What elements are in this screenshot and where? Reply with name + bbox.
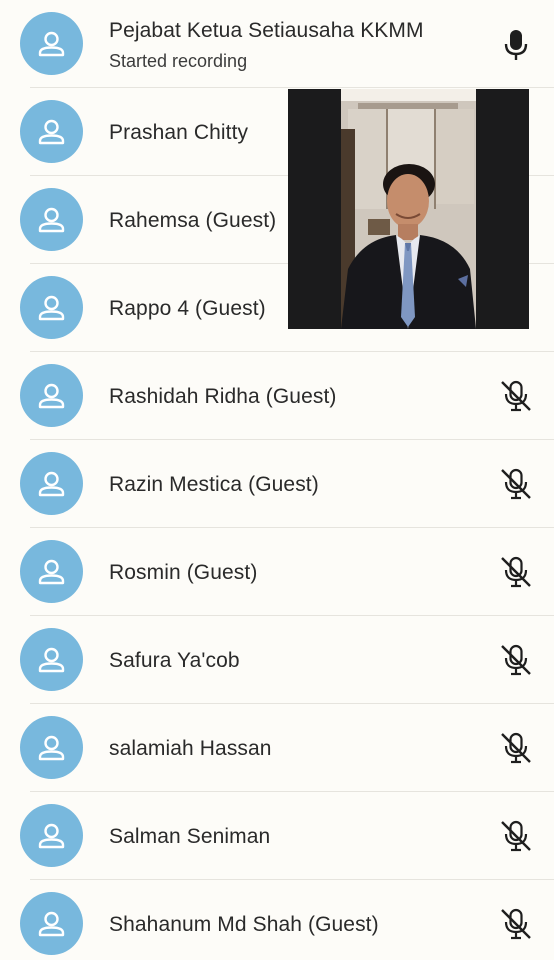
participant-row[interactable]: salamiah Hassan bbox=[0, 704, 554, 792]
participant-name: salamiah Hassan bbox=[109, 737, 272, 760]
person-icon bbox=[20, 100, 83, 163]
participant-name: Rahemsa (Guest) bbox=[109, 209, 277, 232]
participant-name: Safura Ya'cob bbox=[109, 649, 240, 672]
participant-row[interactable]: Salman Seniman bbox=[0, 792, 554, 880]
person-icon bbox=[20, 804, 83, 867]
microphone-muted-icon[interactable] bbox=[497, 465, 535, 503]
video-thumbnail[interactable] bbox=[288, 89, 529, 329]
microphone-muted-icon[interactable] bbox=[497, 641, 535, 679]
participant-name: Salman Seniman bbox=[109, 825, 271, 848]
person-icon bbox=[20, 716, 83, 779]
participant-name: Shahanum Md Shah (Guest) bbox=[109, 913, 379, 936]
microphone-muted-icon[interactable] bbox=[497, 905, 535, 943]
microphone-muted-icon[interactable] bbox=[497, 729, 535, 767]
participant-row[interactable]: Rashidah Ridha (Guest) bbox=[0, 352, 554, 440]
person-icon bbox=[20, 276, 83, 339]
participant-row[interactable]: Shahanum Md Shah (Guest) bbox=[0, 880, 554, 960]
person-icon bbox=[20, 452, 83, 515]
participant-row[interactable]: Safura Ya'cob bbox=[0, 616, 554, 704]
person-icon bbox=[20, 892, 83, 955]
person-icon bbox=[20, 540, 83, 603]
participant-name: Rappo 4 (Guest) bbox=[109, 297, 266, 320]
participant-name: Rosmin (Guest) bbox=[109, 561, 258, 584]
participant-row[interactable]: Pejabat Ketua Setiausaha KKMM Started re… bbox=[0, 0, 554, 88]
person-icon bbox=[20, 188, 83, 251]
person-icon bbox=[20, 12, 83, 75]
person-icon bbox=[20, 364, 83, 427]
participant-name: Rashidah Ridha (Guest) bbox=[109, 385, 337, 408]
microphone-muted-icon[interactable] bbox=[497, 817, 535, 855]
participant-name: Pejabat Ketua Setiausaha KKMM bbox=[109, 19, 424, 42]
participant-list: Pejabat Ketua Setiausaha KKMM Started re… bbox=[0, 0, 554, 960]
participant-name: Razin Mestica (Guest) bbox=[109, 473, 319, 496]
microphone-muted-icon[interactable] bbox=[497, 377, 535, 415]
microphone-icon[interactable] bbox=[497, 26, 535, 64]
microphone-muted-icon[interactable] bbox=[497, 553, 535, 591]
participant-row[interactable]: Razin Mestica (Guest) bbox=[0, 440, 554, 528]
participant-name: Prashan Chitty bbox=[109, 121, 249, 144]
participant-row[interactable]: Rosmin (Guest) bbox=[0, 528, 554, 616]
person-icon bbox=[20, 628, 83, 691]
recording-status: Started recording bbox=[109, 51, 248, 71]
